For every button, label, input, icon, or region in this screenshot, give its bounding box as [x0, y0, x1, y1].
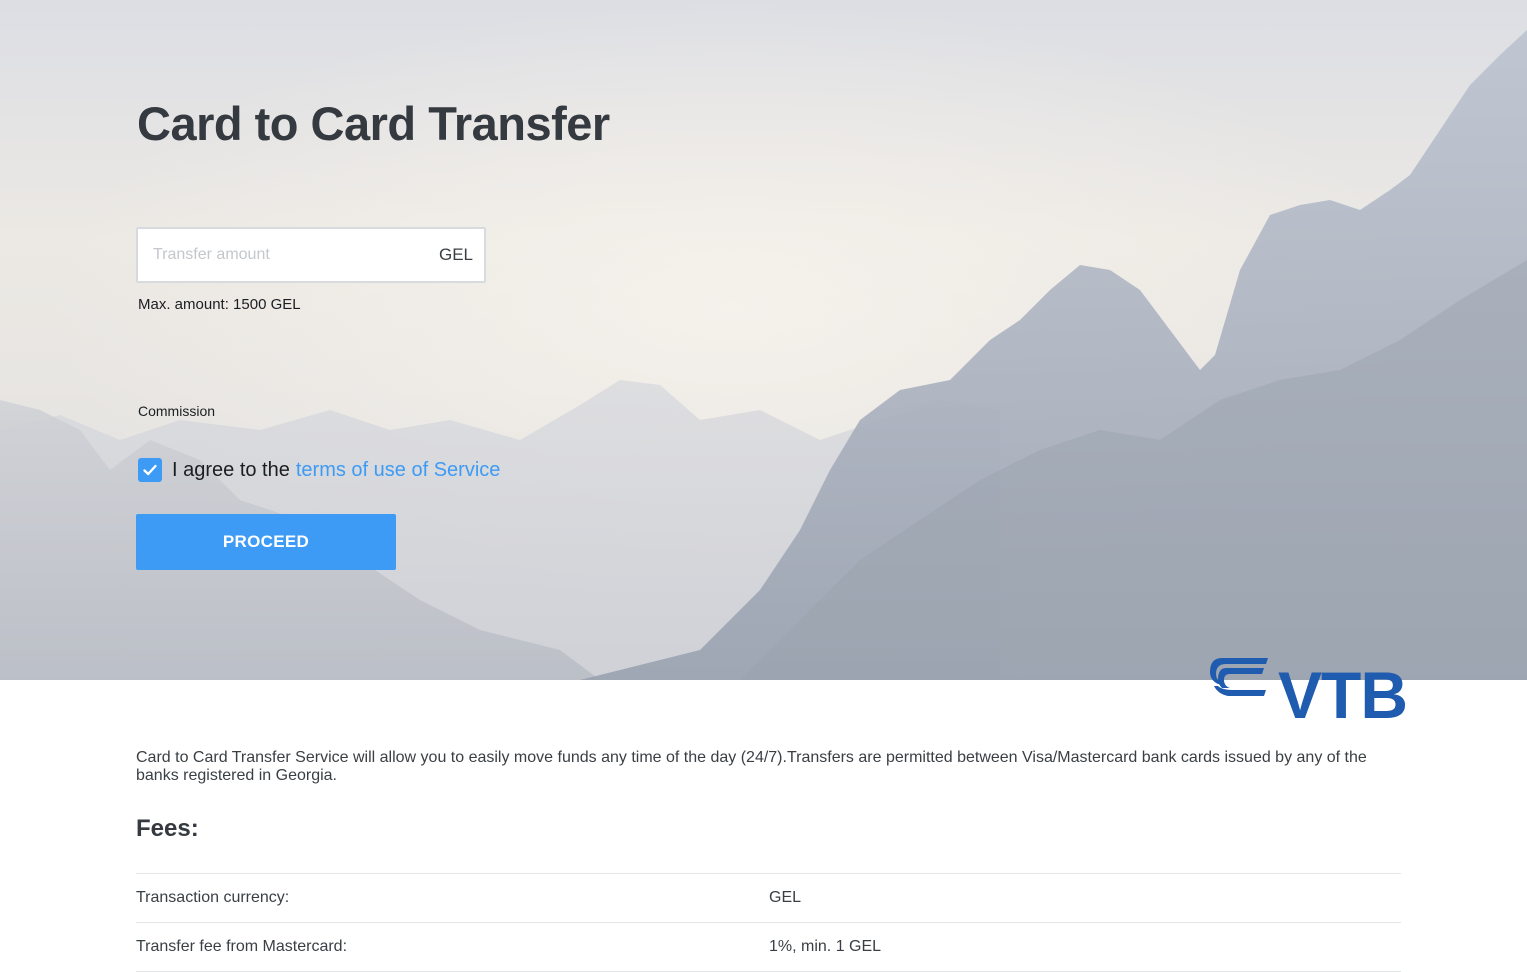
max-amount-hint: Max. amount: 1500 GEL [138, 296, 301, 313]
terms-checkbox[interactable] [138, 458, 162, 482]
commission-label: Commission [138, 403, 216, 419]
checkmark-icon [143, 464, 157, 476]
logo-text: VTB [1278, 658, 1408, 732]
agree-text: I agree to the [172, 458, 290, 481]
proceed-button[interactable]: PROCEED [136, 514, 396, 570]
fee-value: 1%, min. 1 GEL [769, 938, 882, 955]
currency-label: GEL [438, 245, 473, 264]
fee-label: Transfer fee from Mastercard: [136, 938, 348, 955]
terms-agreement-row: I agree to the terms of use of Service [138, 458, 500, 482]
fee-value: GEL [769, 889, 802, 906]
fee-label: Transaction currency: [136, 889, 290, 906]
vtb-emblem-icon [1210, 658, 1268, 696]
terms-of-use-link[interactable]: terms of use of Service [296, 459, 501, 482]
transfer-amount-input[interactable] [138, 229, 428, 281]
table-row: Transaction currency: GEL [136, 874, 1401, 923]
fees-table: Transaction currency: GEL Transfer fee f… [136, 873, 1401, 972]
fees-heading: Fees: [136, 815, 199, 842]
service-description: Card to Card Transfer Service will allow… [136, 749, 1367, 784]
table-row: Transfer fee from Mastercard: 1%, min. 1… [136, 923, 1401, 972]
transfer-amount-field[interactable]: GEL [136, 227, 486, 283]
hero-section: Card to Card Transfer GEL Max. amount: 1… [0, 0, 1527, 680]
page-title: Card to Card Transfer [137, 97, 610, 150]
vtb-logo-icon[interactable]: VTB [1208, 654, 1408, 732]
